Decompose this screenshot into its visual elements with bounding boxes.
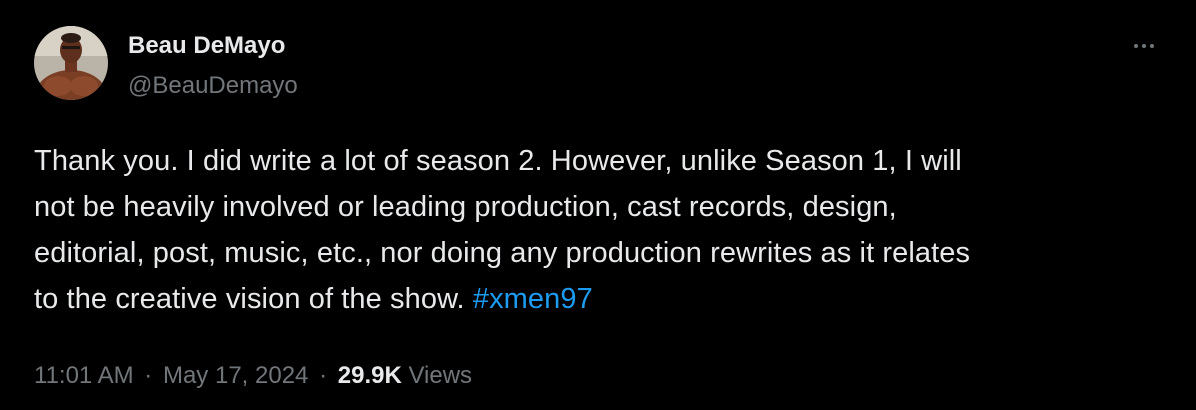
- more-dot: [1134, 44, 1138, 48]
- author-display-name[interactable]: Beau DeMayo: [128, 32, 285, 60]
- more-horizontal-icon[interactable]: [1126, 28, 1162, 64]
- tweet-meta: 11:01 AM · May 17, 2024 · 29.9K Views: [34, 360, 472, 392]
- meta-separator: ·: [319, 362, 328, 389]
- author-handle[interactable]: @BeauDemayo: [128, 72, 298, 100]
- avatar-image: [34, 26, 108, 100]
- tweet-date[interactable]: May 17, 2024: [163, 362, 308, 389]
- tweet-text: Thank you. I did write a lot of season 2…: [34, 138, 1174, 322]
- avatar[interactable]: [34, 26, 108, 100]
- hashtag-link[interactable]: #xmen97: [473, 283, 593, 315]
- tweet-text-line: editorial, post, music, etc., nor doing …: [34, 237, 971, 269]
- tweet-text-line-last: to the creative vision of the show. #xme…: [34, 276, 1174, 322]
- tweet-text-line: Thank you. I did write a lot of season 2…: [34, 145, 962, 177]
- more-dot: [1150, 44, 1154, 48]
- tweet-text-line: not be heavily involved or leading produ…: [34, 191, 897, 223]
- more-dot: [1142, 44, 1146, 48]
- meta-separator: ·: [144, 362, 153, 389]
- tweet-card: Beau DeMayo @BeauDemayo Thank you. I did…: [0, 0, 1196, 410]
- tweet-text-line: to the creative vision of the show.: [34, 283, 473, 315]
- views-label: Views: [408, 362, 473, 389]
- tweet-time[interactable]: 11:01 AM: [34, 362, 134, 389]
- views-count[interactable]: 29.9K: [338, 362, 402, 389]
